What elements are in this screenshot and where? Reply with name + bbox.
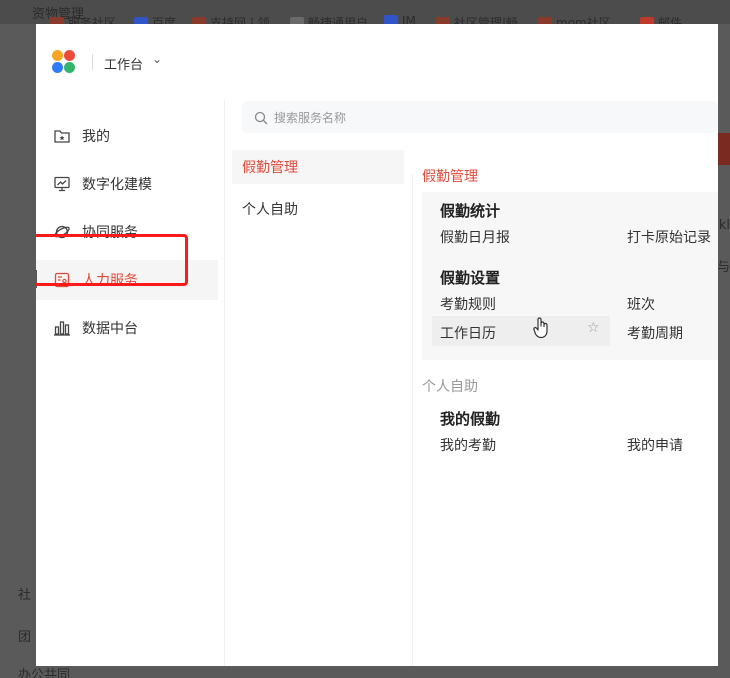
service-link[interactable]: 打卡原始记录: [627, 227, 711, 247]
service-link[interactable]: 假勤日月报: [440, 227, 510, 247]
bar-chart-icon: [52, 318, 72, 338]
service-link[interactable]: 我的申请: [627, 435, 683, 455]
panel-header: 工作台 ⌄: [36, 24, 718, 100]
background-side-text: 团: [18, 630, 32, 645]
workspace-label[interactable]: 工作台: [104, 54, 143, 73]
search-placeholder: 搜索服务名称: [274, 110, 347, 125]
folder-star-icon: [52, 126, 72, 146]
chevron-down-icon[interactable]: ⌄: [152, 52, 162, 66]
nav-item-label: 我的: [82, 129, 110, 145]
nav-item-label: 数字化建模: [82, 177, 152, 193]
background-side-text: 社: [18, 588, 32, 603]
search-icon: [254, 110, 268, 125]
app-logo-icon[interactable]: [52, 50, 78, 74]
hand-cursor-icon: [532, 316, 552, 340]
section-title: 假勤统计: [440, 202, 501, 220]
background-right-text: 与: [716, 260, 730, 275]
nav-item-digital-modeling[interactable]: 数字化建模: [36, 164, 218, 204]
column-divider: [224, 100, 225, 666]
nav-item-label: 数据中台: [82, 321, 138, 337]
service-link[interactable]: 我的考勤: [440, 435, 496, 455]
service-link[interactable]: 考勤周期: [627, 323, 683, 343]
header-divider: [92, 54, 93, 70]
category-self-service[interactable]: 个人自助: [232, 192, 404, 226]
nav-item-data-platform[interactable]: 数据中台: [36, 308, 218, 348]
monitor-chart-icon: [52, 174, 72, 194]
background-side-text: 办公共同: [18, 668, 71, 678]
left-nav: 我的 数字化建模 协同服务 人力服务 数据中台: [36, 100, 224, 666]
service-link[interactable]: 考勤规则: [440, 294, 496, 314]
service-link[interactable]: 工作日历: [440, 323, 496, 343]
group-title: 假勤管理: [422, 169, 478, 185]
nav-item-mine[interactable]: 我的: [36, 116, 218, 156]
service-link[interactable]: 班次: [627, 294, 655, 314]
category-attendance-management[interactable]: 假勤管理: [232, 150, 404, 184]
column-divider: [412, 174, 413, 666]
background-right-text: kl: [718, 218, 730, 233]
highlight-annotation: [36, 234, 188, 286]
star-icon[interactable]: ☆: [587, 320, 600, 336]
background-red-button: [718, 133, 730, 165]
section-title: 我的假勤: [440, 410, 501, 428]
section-title: 假勤设置: [440, 269, 501, 287]
group-title: 个人自助: [422, 379, 478, 395]
service-menu-panel: 工作台 ⌄ 我的 数字化建模 协同服务 人力服务 数据中台 搜索服务名称 假勤管…: [36, 24, 718, 666]
search-input[interactable]: 搜索服务名称: [242, 101, 718, 133]
